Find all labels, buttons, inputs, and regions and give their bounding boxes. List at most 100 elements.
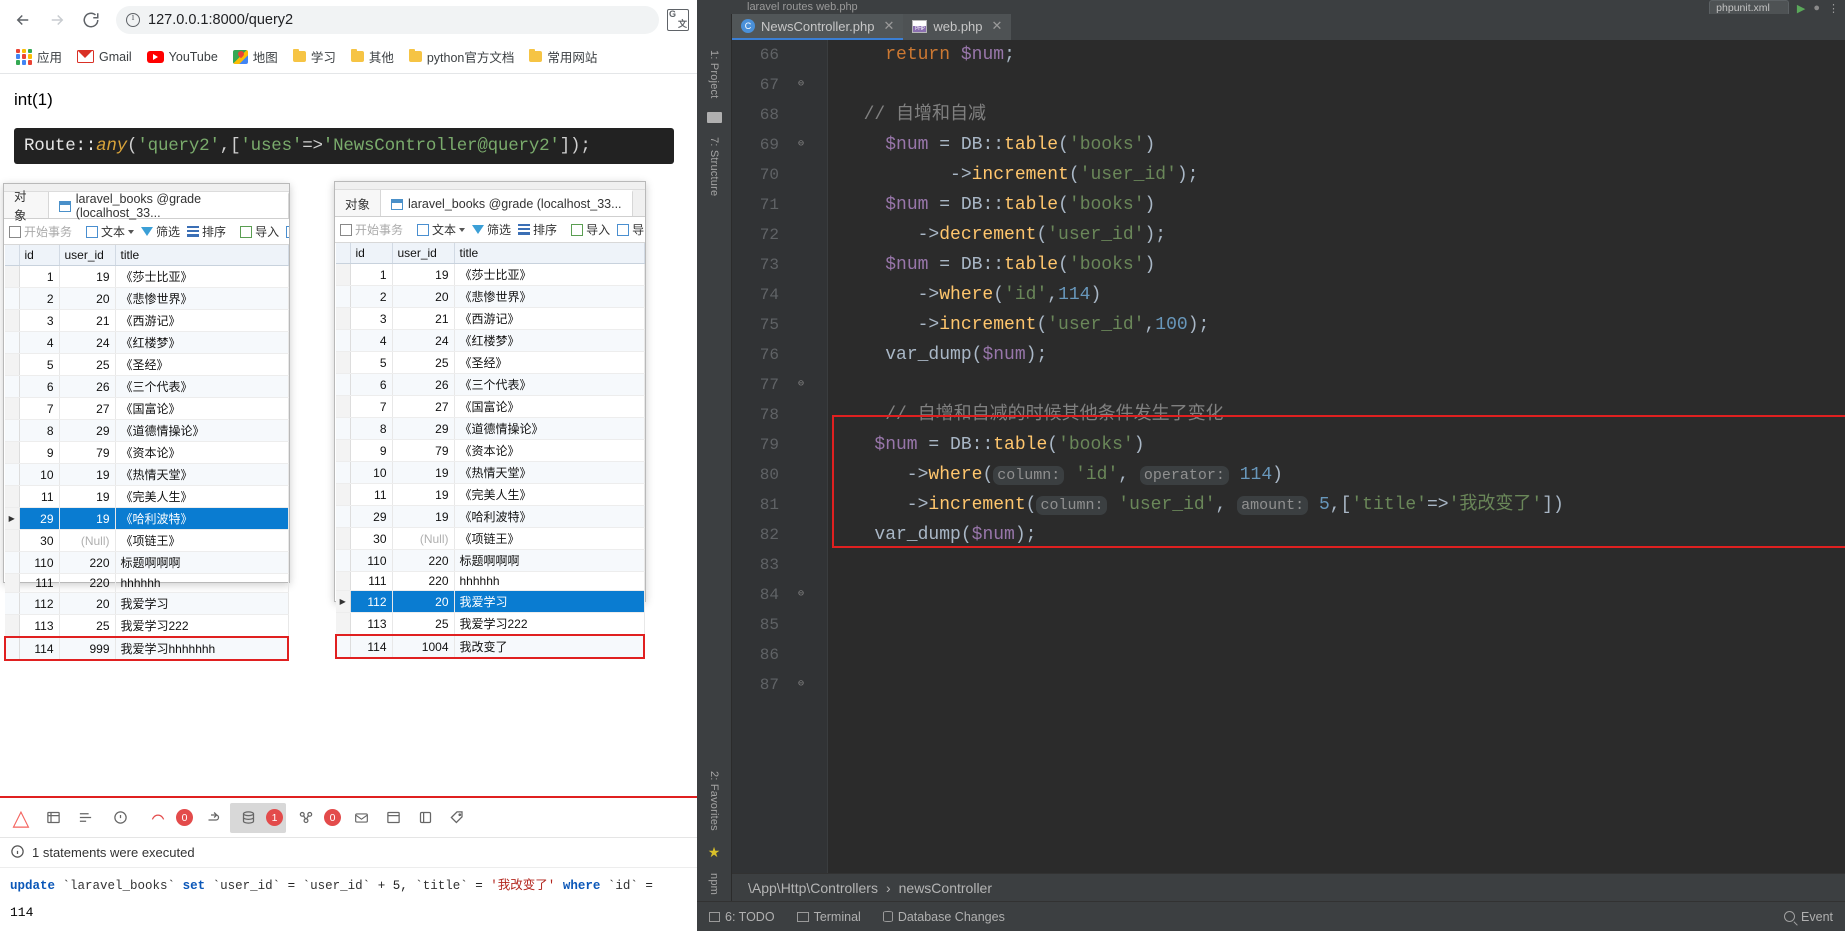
cell-title[interactable]: 我爱学习 — [454, 590, 645, 613]
table-row[interactable]: 30 (Null) 《项链王》 — [5, 529, 289, 552]
table-row[interactable]: 1 19 《莎士比亚》 — [5, 265, 289, 288]
export-button[interactable]: 导出 — [286, 223, 289, 240]
breadcrumb-path[interactable]: \App\Http\Controllers — [748, 880, 878, 896]
table-row[interactable]: 1 19 《莎士比亚》 — [336, 263, 645, 286]
code-line[interactable]: var_dump($num); — [828, 340, 1845, 370]
code-fold-icon[interactable]: ⊖ — [795, 370, 807, 400]
row-marker[interactable] — [5, 485, 20, 508]
table-row[interactable]: 112 20 我爱学习 — [5, 592, 289, 615]
cell-user-id[interactable]: 19 — [392, 263, 455, 286]
cell-title[interactable]: 我爱学习hhhhhhh — [115, 636, 289, 661]
cell-id[interactable]: 110 — [350, 549, 393, 572]
tab-object[interactable]: 对象 — [335, 190, 382, 216]
bookmark-apps[interactable]: 应用 — [10, 44, 68, 69]
cell-id[interactable]: 4 — [350, 329, 393, 352]
rail-structure-button[interactable]: 7: Structure — [708, 131, 720, 202]
cell-id[interactable]: 9 — [19, 441, 60, 464]
close-icon[interactable]: ✕ — [992, 18, 1003, 34]
cell-user-id[interactable]: 20 — [59, 592, 116, 615]
code-content[interactable]: return $num; // 自增和自减 $num = DB::table('… — [828, 40, 1845, 873]
table-row[interactable]: 8 29 《道德情操论》 — [5, 419, 289, 442]
cell-user-id[interactable]: (Null) — [392, 527, 455, 550]
cell-title[interactable]: 《完美人生》 — [115, 485, 289, 508]
cell-title[interactable]: 我爱学习 — [115, 592, 289, 615]
star-icon[interactable]: ★ — [706, 844, 722, 860]
cell-id[interactable]: 3 — [19, 309, 60, 332]
cell-id[interactable]: 6 — [19, 375, 60, 398]
tab-table[interactable]: laravel_books @grade (localhost_33... — [381, 190, 633, 216]
table-row[interactable]: 3 21 《西游记》 — [336, 307, 645, 330]
row-marker[interactable] — [5, 353, 20, 376]
navicat-window-right[interactable]: 对象 laravel_books @grade (localhost_33...… — [334, 181, 646, 659]
row-marker[interactable] — [4, 636, 20, 661]
address-bar[interactable]: 127.0.0.1:8000/query2 — [116, 6, 659, 34]
route-icon[interactable] — [198, 803, 228, 833]
cell-user-id[interactable]: 19 — [392, 505, 455, 528]
row-marker[interactable] — [336, 505, 351, 528]
cell-user-id[interactable]: 19 — [59, 265, 116, 288]
code-line[interactable] — [828, 70, 1845, 100]
request-icon[interactable] — [410, 803, 440, 833]
table-row[interactable]: 111 220 hhhhhh — [336, 571, 645, 591]
bookmark-folder-other[interactable]: 其他 — [345, 44, 400, 69]
cell-user-id[interactable]: 24 — [392, 329, 455, 352]
row-marker[interactable] — [336, 329, 351, 352]
cell-user-id[interactable]: 25 — [59, 353, 116, 376]
cell-title[interactable]: 《热情天堂》 — [454, 461, 645, 484]
close-icon[interactable]: ✕ — [883, 18, 894, 34]
cell-user-id[interactable]: 25 — [392, 351, 455, 374]
timeline-icon[interactable] — [70, 803, 100, 833]
search-icon[interactable] — [1784, 911, 1796, 922]
navicat-window-left[interactable]: 对象 laravel_books @grade (localhost_33...… — [3, 183, 290, 661]
cell-user-id[interactable]: 999 — [59, 636, 116, 661]
cell-title[interactable]: 《三个代表》 — [115, 375, 289, 398]
table-row[interactable]: 110 220 标题啊啊啊 — [5, 551, 289, 574]
forward-button[interactable] — [42, 5, 72, 35]
cell-user-id[interactable]: 1004 — [392, 634, 455, 659]
cell-title[interactable]: hhhhhh — [115, 573, 289, 593]
code-line[interactable]: $num = DB::table('books') — [828, 430, 1845, 460]
tab-object[interactable]: 对象 — [4, 190, 49, 223]
row-marker[interactable] — [5, 529, 20, 552]
cell-title[interactable]: 《三个代表》 — [454, 373, 645, 396]
sort-button[interactable]: 排序 — [518, 221, 557, 238]
cell-user-id[interactable]: 27 — [59, 397, 116, 420]
begin-transaction-button[interactable]: 开始事务 — [340, 221, 403, 238]
tab-newscontroller-php[interactable]: C NewsController.php ✕ — [732, 14, 904, 40]
cell-title[interactable]: 《圣经》 — [115, 353, 289, 376]
cell-user-id[interactable]: 26 — [59, 375, 116, 398]
cell-user-id[interactable]: 24 — [59, 331, 116, 354]
cell-title[interactable]: 《红楼梦》 — [115, 331, 289, 354]
cell-id[interactable]: 1 — [350, 263, 393, 286]
queries-group[interactable]: 1 — [230, 802, 286, 833]
cell-user-id[interactable]: 220 — [392, 549, 455, 572]
cell-id[interactable]: 30 — [19, 529, 60, 552]
cell-id[interactable]: 29 — [19, 507, 60, 530]
cell-title[interactable]: 《项链王》 — [115, 529, 289, 552]
back-button[interactable] — [8, 5, 38, 35]
code-line[interactable]: ->where('id',114) — [828, 280, 1845, 310]
table-row[interactable]: 4 24 《红楼梦》 — [5, 331, 289, 354]
cell-id[interactable]: 3 — [350, 307, 393, 330]
cell-user-id[interactable]: 25 — [392, 612, 455, 636]
row-marker[interactable] — [5, 331, 20, 354]
cell-title[interactable]: 《项链王》 — [454, 527, 645, 550]
table-row[interactable]: 3 21 《西游记》 — [5, 309, 289, 332]
row-marker[interactable] — [5, 287, 20, 310]
code-line[interactable]: return $num; — [828, 40, 1845, 70]
cell-user-id[interactable]: 27 — [392, 395, 455, 418]
session-icon[interactable] — [378, 803, 408, 833]
sort-button[interactable]: 排序 — [187, 223, 226, 240]
site-info-icon[interactable] — [126, 12, 140, 27]
status-event-log[interactable]: Event — [1784, 910, 1833, 924]
filter-button[interactable]: 筛选 — [141, 223, 180, 240]
folder-icon[interactable] — [706, 112, 722, 124]
cell-title[interactable]: 《西游记》 — [454, 307, 645, 330]
cell-user-id[interactable]: 21 — [392, 307, 455, 330]
table-row[interactable]: 6 26 《三个代表》 — [336, 373, 645, 396]
cell-title[interactable]: 《圣经》 — [454, 351, 645, 374]
row-marker[interactable] — [5, 375, 20, 398]
cell-title[interactable]: 《热情天堂》 — [115, 463, 289, 486]
table-row[interactable]: 4 24 《红楼梦》 — [336, 329, 645, 352]
cell-id[interactable]: 5 — [350, 351, 393, 374]
